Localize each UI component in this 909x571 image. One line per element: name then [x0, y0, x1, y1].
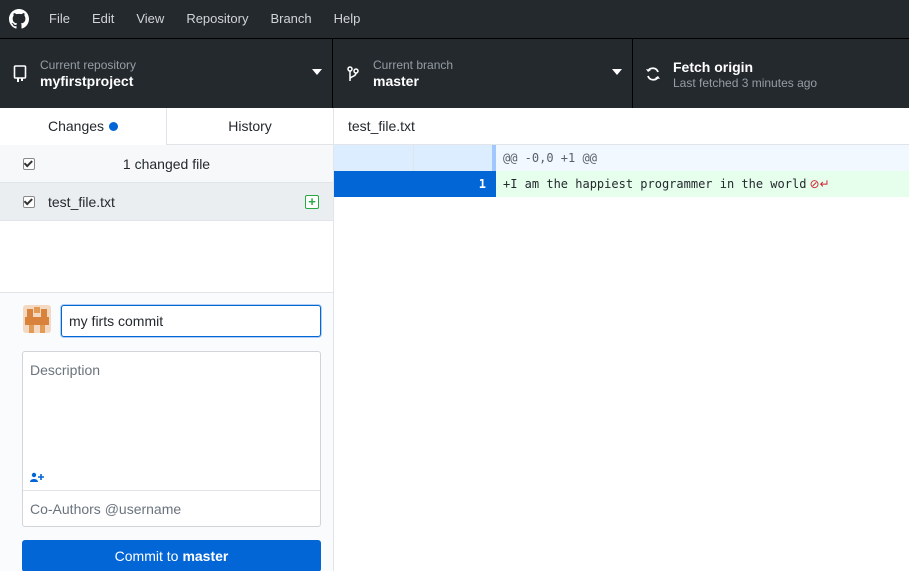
menu-file[interactable]: File — [38, 0, 81, 38]
file-name: test_file.txt — [48, 193, 115, 210]
line-text: +I am the happiest programmer in the wor… — [503, 177, 807, 191]
commit-summary-input[interactable] — [61, 305, 321, 337]
coauthors-input[interactable]: Co-Authors @username — [23, 490, 320, 526]
hunk-header-text: @@ -0,0 +1 @@ — [503, 151, 597, 165]
tab-changes[interactable]: Changes — [0, 108, 167, 145]
sidebar: Changes History 1 changed file test_file… — [0, 108, 334, 571]
menu-help[interactable]: Help — [323, 0, 372, 38]
no-newline-icon: ⊘↵ — [809, 177, 830, 191]
file-checkbox[interactable] — [23, 195, 35, 208]
old-line-gutter — [334, 145, 414, 171]
diff-added-line[interactable]: 1 +I am the happiest programmer in the w… — [334, 171, 909, 197]
line-number: 1 — [414, 171, 492, 197]
github-logo-icon — [0, 0, 38, 38]
commit-button[interactable]: Commit to master — [22, 540, 321, 571]
menu-view[interactable]: View — [125, 0, 175, 38]
commit-button-label: Commit to — [114, 548, 179, 564]
avatar — [23, 305, 51, 333]
diff-panel: test_file.txt @@ -0,0 +1 @@ 1 +I am the … — [334, 108, 909, 571]
commit-area: Description Co-Authors @username Commit … — [0, 292, 333, 571]
menu-edit[interactable]: Edit — [81, 0, 125, 38]
line-content: +I am the happiest programmer in the wor… — [496, 171, 830, 197]
tab-history[interactable]: History — [167, 108, 333, 144]
changes-header: 1 changed file — [0, 145, 333, 183]
current-branch-button[interactable]: Current branch master — [333, 39, 633, 108]
chevron-down-icon — [312, 69, 322, 75]
old-line-gutter — [334, 171, 414, 197]
select-all-checkbox[interactable] — [23, 157, 35, 170]
diff-filename: test_file.txt — [348, 118, 415, 134]
tab-bar: Changes History — [0, 108, 333, 145]
new-line-gutter — [414, 145, 492, 171]
add-coauthor-icon[interactable] — [30, 470, 44, 485]
current-repository-button[interactable]: Current repository myfirstproject — [0, 39, 333, 108]
menu-bar: File Edit View Repository Branch Help — [0, 0, 909, 38]
added-status-icon: + — [305, 194, 319, 209]
repo-name: myfirstproject — [40, 72, 134, 89]
description-placeholder: Description — [30, 362, 101, 378]
sync-icon — [633, 66, 673, 82]
branch-name: master — [373, 72, 419, 89]
fetch-origin-button[interactable]: Fetch origin Last fetched 3 minutes ago — [633, 39, 909, 108]
repo-label: Current repository — [40, 57, 137, 72]
changes-count: 1 changed file — [122, 155, 211, 172]
diff-hunk-header: @@ -0,0 +1 @@ — [334, 145, 909, 171]
fetch-title: Fetch origin — [673, 58, 754, 75]
commit-button-branch: master — [182, 548, 229, 564]
tab-changes-label: Changes — [47, 118, 105, 134]
branch-icon — [333, 65, 373, 83]
fetch-status: Last fetched 3 minutes ago — [673, 75, 818, 90]
list-item[interactable]: test_file.txt + — [0, 183, 333, 221]
repo-icon — [0, 64, 40, 83]
changes-indicator-dot — [109, 121, 119, 131]
coauthors-placeholder: Co-Authors @username — [30, 500, 182, 517]
commit-description-field[interactable]: Description Co-Authors @username — [22, 351, 321, 527]
toolbar: Current repository myfirstproject Curren… — [0, 38, 909, 108]
tab-history-label: History — [228, 118, 272, 134]
menu-branch[interactable]: Branch — [259, 0, 322, 38]
menu-repository[interactable]: Repository — [175, 0, 259, 38]
diff-file-header: test_file.txt — [334, 108, 909, 145]
branch-label: Current branch — [373, 57, 454, 72]
chevron-down-icon — [612, 69, 622, 75]
